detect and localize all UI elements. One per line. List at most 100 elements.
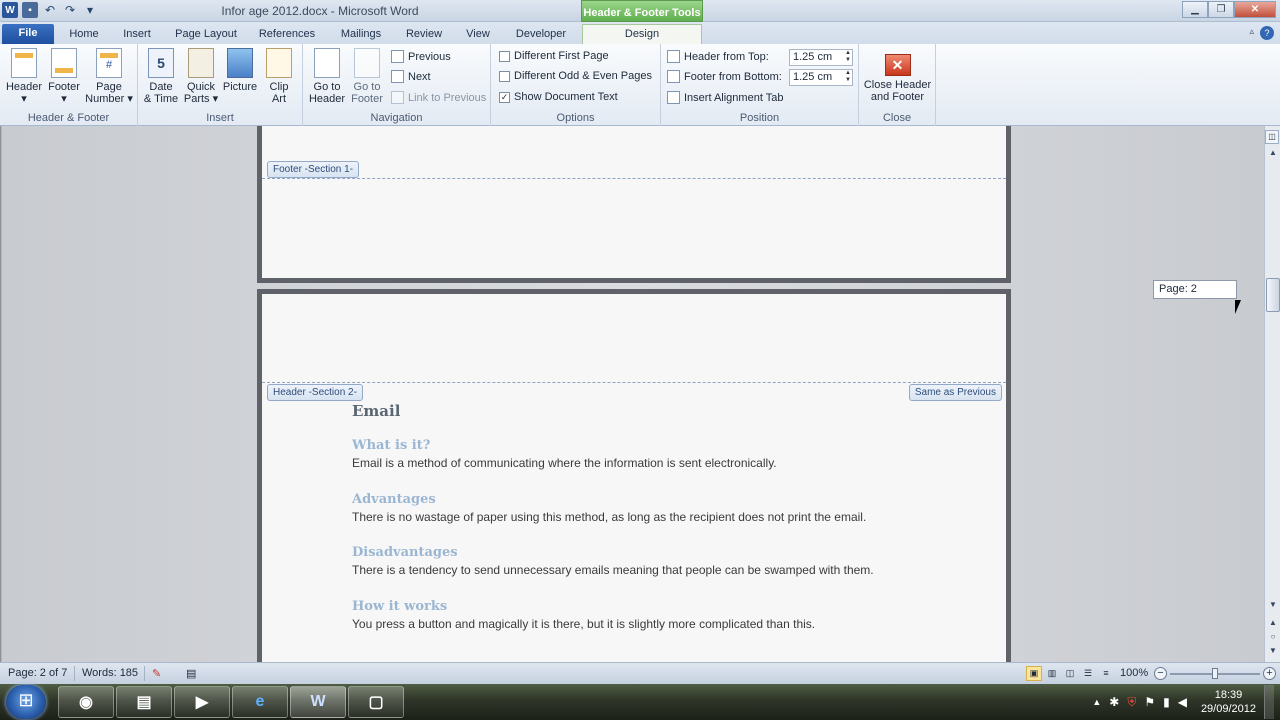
footer-from-bottom-input[interactable]: 1.25 cm ▲ ▼ <box>789 69 853 86</box>
document-body[interactable]: Email <box>352 402 946 420</box>
page-1[interactable]: Footer -Section 1- <box>262 126 1006 278</box>
tab-page-layout[interactable]: Page Layout <box>170 25 242 44</box>
status-divider <box>144 666 145 681</box>
tab-view[interactable]: View <box>460 25 496 44</box>
select-browse-object-button[interactable]: ○ <box>1266 630 1280 644</box>
zoom-slider-thumb[interactable] <box>1212 668 1218 679</box>
zoom-out-button[interactable]: − <box>1154 667 1167 680</box>
show-document-text-checkbox[interactable]: ✓ Show Document Text <box>499 91 618 103</box>
spin-arrows-icon[interactable]: ▲ ▼ <box>845 70 851 84</box>
section-4[interactable]: How it works You press a button and magi… <box>352 599 946 631</box>
clip-art-label-2: Art <box>271 93 287 105</box>
antivirus-icon[interactable]: ⛨ <box>1127 695 1136 710</box>
document-area[interactable]: Footer -Section 1- Header -Section 2- Sa… <box>0 126 1264 662</box>
quick-parts-button[interactable]: Quick Parts ▾ <box>182 48 220 105</box>
close-header-footer-button[interactable]: ✕ Close Header and Footer <box>861 50 934 103</box>
quick-parts-label-1: Quick <box>186 81 216 93</box>
minimize-button[interactable]: ▁ <box>1182 1 1208 18</box>
previous-button[interactable]: Previous <box>391 50 451 63</box>
spin-down-icon[interactable]: ▼ <box>845 77 851 83</box>
proofing-icon[interactable]: ✎ <box>152 667 161 680</box>
ruler-toggle-icon[interactable]: ◫ <box>1265 130 1279 144</box>
zoom-level-button[interactable]: 100% <box>1120 667 1148 679</box>
go-to-footer-label-1: Go to <box>353 81 381 93</box>
tab-references[interactable]: References <box>255 25 319 44</box>
show-desktop-button[interactable] <box>1264 685 1274 719</box>
show-hidden-icons-icon[interactable]: ▲ <box>1092 697 1101 707</box>
page-count-status[interactable]: Page: 2 of 7 <box>8 667 67 679</box>
header-section-tag: Header -Section 2- <box>267 384 363 401</box>
bluetooth-icon[interactable]: ✱ <box>1109 695 1119 709</box>
different-first-page-checkbox[interactable]: Different First Page <box>499 50 609 62</box>
header-button[interactable]: Header ▾ <box>4 48 44 105</box>
scroll-up-button[interactable]: ▲ <box>1266 146 1280 160</box>
date-time-button[interactable]: 5 Date & Time <box>142 48 180 105</box>
quick-parts-label-2-text: Parts <box>183 93 210 105</box>
volume-icon[interactable]: ◀ <box>1178 695 1187 709</box>
section-title: What is it? <box>352 438 431 453</box>
tab-review[interactable]: Review <box>402 25 446 44</box>
macro-recording-icon[interactable]: ▤ <box>186 667 196 680</box>
section-1[interactable]: What is it? Email is a method of communi… <box>352 438 946 470</box>
section-3[interactable]: Disadvantages There is a tendency to sen… <box>352 545 946 577</box>
zoom-in-button[interactable]: + <box>1263 667 1276 680</box>
footer-button[interactable]: Footer ▾ <box>44 48 84 105</box>
tab-file[interactable]: File <box>2 24 54 44</box>
internet-explorer-taskbar-icon[interactable]: e <box>232 686 288 718</box>
group-options: Different First Page Different Odd & Eve… <box>491 44 661 126</box>
header-from-top-input[interactable]: 1.25 cm ▲ ▼ <box>789 49 853 66</box>
spin-up-icon[interactable]: ▲ <box>845 70 851 76</box>
tab-home[interactable]: Home <box>64 25 104 44</box>
web-layout-icon[interactable]: ◫ <box>1062 666 1078 681</box>
previous-page-button[interactable]: ▲ <box>1266 616 1280 630</box>
draft-view-icon[interactable]: ≡ <box>1098 666 1114 681</box>
section-2[interactable]: Advantages There is no wastage of paper … <box>352 492 946 524</box>
word-count-status[interactable]: Words: 185 <box>82 667 138 679</box>
help-icon[interactable]: ? <box>1260 26 1274 40</box>
word-taskbar-icon[interactable]: W <box>290 686 346 718</box>
different-first-page-label: Different First Page <box>514 50 609 62</box>
media-player-taskbar-icon[interactable]: ▶ <box>174 686 230 718</box>
status-divider <box>74 666 75 681</box>
page-number-button[interactable]: Page Number ▾ <box>84 48 134 105</box>
action-center-icon[interactable]: ⚑ <box>1144 695 1155 709</box>
explorer-taskbar-icon[interactable]: ▤ <box>116 686 172 718</box>
tab-insert[interactable]: Insert <box>117 25 157 44</box>
spin-up-icon[interactable]: ▲ <box>845 50 851 56</box>
spin-arrows-icon[interactable]: ▲ ▼ <box>845 50 851 64</box>
outline-view-icon[interactable]: ☰ <box>1080 666 1096 681</box>
clip-art-button[interactable]: Clip Art <box>262 48 296 105</box>
chrome-taskbar-icon[interactable]: ◉ <box>58 686 114 718</box>
close-window-button[interactable]: ✕ <box>1234 1 1276 18</box>
different-odd-even-label: Different Odd & Even Pages <box>514 70 652 82</box>
vertical-scrollbar[interactable]: ▲ ▼ ▲ ○ ▼ <box>1264 126 1280 662</box>
full-screen-reading-icon[interactable]: ▥ <box>1044 666 1060 681</box>
picture-button[interactable]: Picture <box>222 48 258 93</box>
print-layout-view-icon[interactable]: ▣ <box>1026 666 1042 681</box>
tab-mailings[interactable]: Mailings <box>333 25 389 44</box>
next-page-button[interactable]: ▼ <box>1266 644 1280 658</box>
tab-design[interactable]: Design <box>582 24 702 44</box>
different-odd-even-checkbox[interactable]: Different Odd & Even Pages <box>499 70 652 82</box>
clip-art-icon <box>266 48 292 78</box>
clock-time: 18:39 <box>1214 689 1243 701</box>
footer-from-bottom-text: Footer from Bottom: <box>684 70 782 83</box>
scroll-down-button[interactable]: ▼ <box>1266 598 1280 612</box>
start-button[interactable] <box>6 685 46 719</box>
page-2[interactable]: Header -Section 2- Same as Previous Emai… <box>262 294 1006 662</box>
spin-down-icon[interactable]: ▼ <box>845 57 851 63</box>
tab-developer[interactable]: Developer <box>510 25 572 44</box>
window-taskbar-icon[interactable]: ▢ <box>348 686 404 718</box>
network-icon[interactable]: ▮ <box>1163 695 1170 709</box>
scroll-thumb[interactable] <box>1266 278 1280 312</box>
minimize-ribbon-icon[interactable]: ▵ <box>1249 26 1254 37</box>
restore-button[interactable]: ❐ <box>1208 1 1234 18</box>
header-from-top-value: 1.25 cm <box>793 51 833 63</box>
insert-alignment-tab-button[interactable]: Insert Alignment Tab <box>667 91 783 104</box>
go-to-footer-button[interactable]: Go to Footer <box>347 48 387 105</box>
clock[interactable]: 18:39 29/09/2012 <box>1201 688 1256 716</box>
go-to-header-button[interactable]: Go to Header <box>307 48 347 105</box>
clip-art-label-1: Clip <box>269 81 289 93</box>
link-to-previous-button[interactable]: Link to Previous <box>391 91 486 104</box>
next-button[interactable]: Next <box>391 70 431 83</box>
